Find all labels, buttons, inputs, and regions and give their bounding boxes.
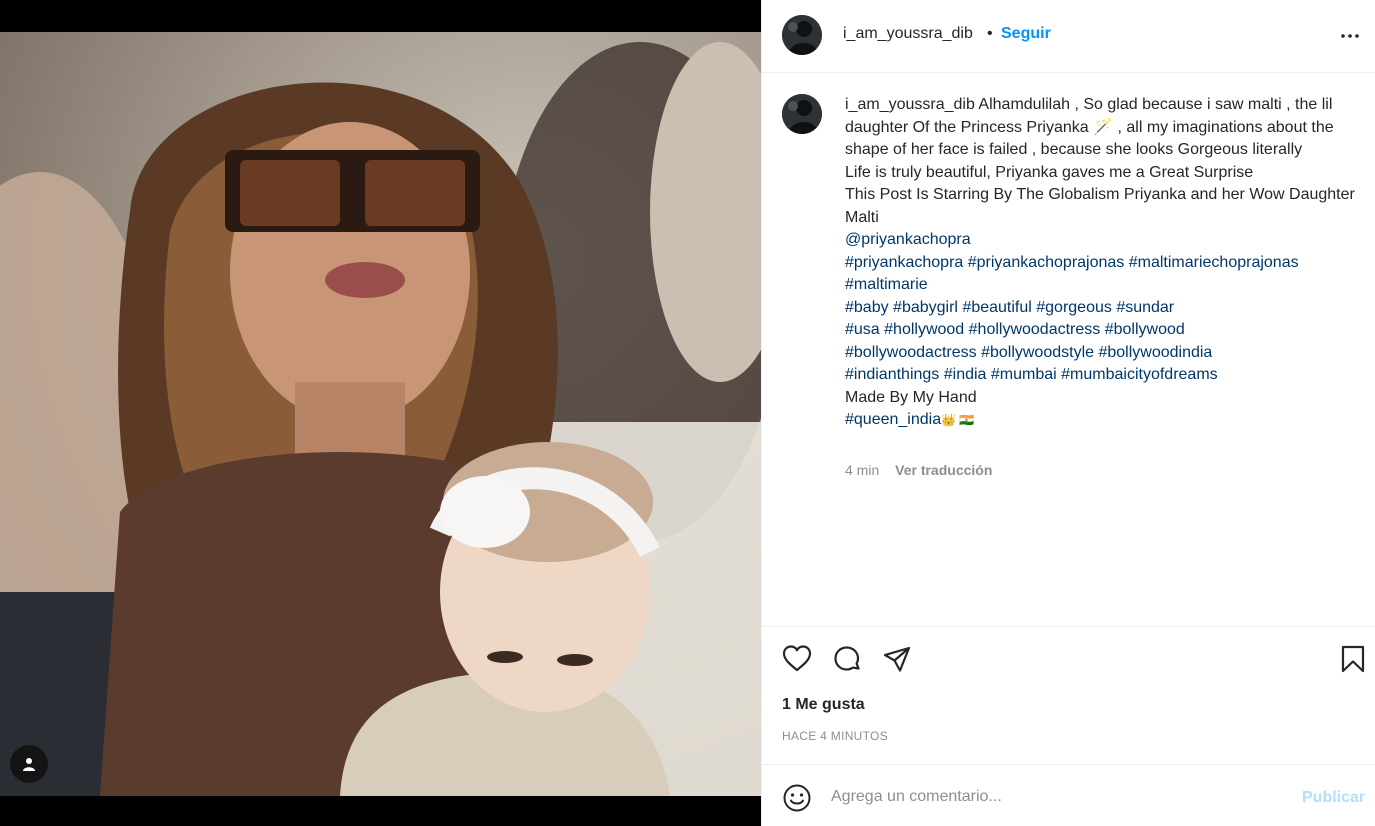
caption-avatar[interactable] (782, 94, 822, 134)
hashtag-links[interactable]: #baby #babygirl #beautiful #gorgeous #su… (845, 297, 1355, 320)
post-sidebar: i_am_youssra_dib • Seguir i_am_youssra_d… (761, 0, 1375, 826)
post-media (0, 0, 761, 826)
caption-meta: 4 min Ver traducción (845, 462, 992, 478)
translate-button[interactable]: Ver traducción (895, 462, 992, 478)
comment-input[interactable] (831, 783, 1291, 811)
comment-icon[interactable] (831, 643, 863, 675)
bookmark-icon[interactable] (1337, 643, 1369, 675)
avatar-image (782, 94, 822, 134)
more-horizontal-icon[interactable] (1338, 24, 1362, 48)
hashtag-links[interactable]: #indianthings #india #mumbai #mumbaicity… (845, 364, 1355, 387)
publish-button[interactable]: Publicar (1302, 789, 1365, 807)
action-bar: 1 Me gusta HACE 4 MINUTOS (762, 626, 1375, 764)
avatar[interactable] (782, 15, 822, 55)
post-photo[interactable] (0, 32, 761, 796)
avatar-image (782, 15, 822, 55)
post-header: i_am_youssra_dib • Seguir (762, 0, 1375, 73)
caption-line: This Post Is Starring By The Globalism P… (845, 186, 1355, 226)
hashtag-link[interactable]: #queen_india (845, 411, 941, 428)
comment-bar: Publicar (762, 764, 1375, 826)
photo-illustration (0, 32, 761, 796)
like-count[interactable]: 1 Me gusta (782, 696, 865, 714)
caption-age: 4 min (845, 462, 880, 478)
hashtag-links[interactable]: #priyankachopra #priyankachoprajonas #ma… (845, 252, 1355, 297)
hashtag-links[interactable]: #usa #hollywood #hollywoodactress #bolly… (845, 319, 1355, 342)
post-caption: i_am_youssra_dib Alhamdulilah , So glad … (845, 94, 1355, 432)
person-icon (23, 758, 35, 771)
caption-area: i_am_youssra_dib Alhamdulilah , So glad … (762, 74, 1375, 626)
emoji-icon[interactable] (782, 783, 812, 813)
hashtag-links[interactable]: #bollywoodactress #bollywoodstyle #bolly… (845, 342, 1355, 365)
post-timestamp: HACE 4 MINUTOS (782, 729, 888, 743)
tagged-users-button[interactable] (10, 745, 48, 783)
caption-line: Made By My Hand (845, 388, 977, 406)
share-icon[interactable] (881, 643, 913, 675)
heart-icon[interactable] (781, 643, 813, 675)
emoji-flags: 👑 🇮🇳 (941, 413, 975, 427)
separator-dot: • (987, 25, 993, 42)
header-username[interactable]: i_am_youssra_dib (843, 25, 973, 43)
follow-button[interactable]: Seguir (1001, 25, 1051, 43)
mention-link[interactable]: @priyankachopra (845, 229, 1355, 252)
caption-line: Life is truly beautiful, Priyanka gaves … (845, 163, 1254, 181)
caption-username[interactable]: i_am_youssra_dib (845, 96, 975, 113)
